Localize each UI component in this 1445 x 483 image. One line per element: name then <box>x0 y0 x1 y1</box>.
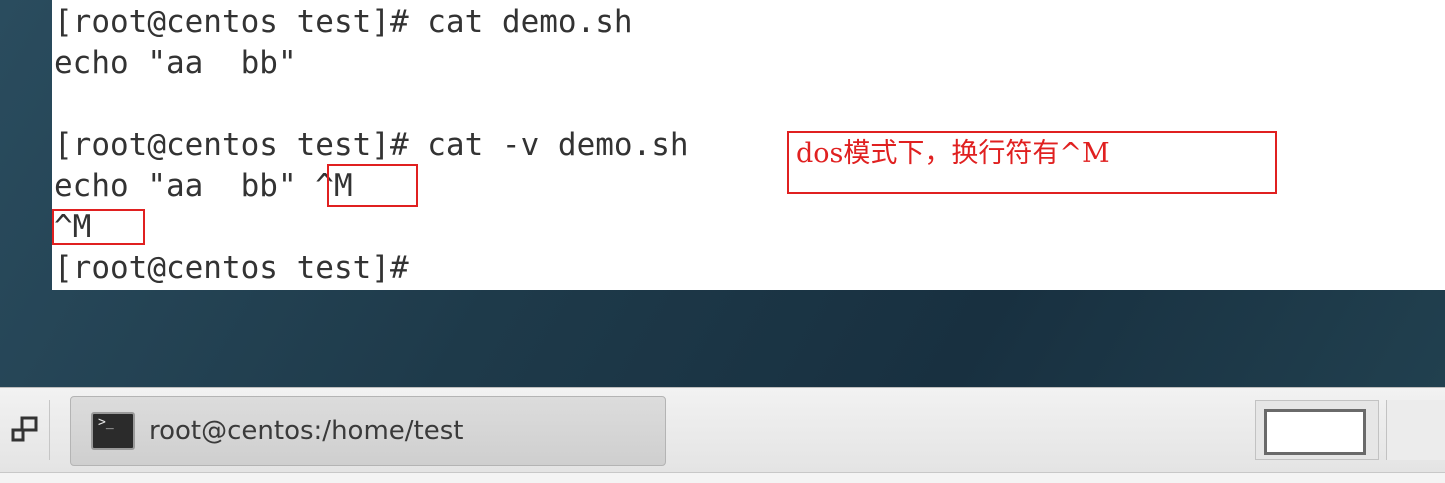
annotation-note: dos模式下，换行符有^M <box>787 131 1277 194</box>
taskbar-window-title: root@centos:/home/test <box>149 416 464 446</box>
window-switch-icon <box>11 416 37 442</box>
taskbar-bottom-edge <box>0 472 1445 483</box>
terminal-line-output-echo-ctrl-m: echo "aa bb" ^M <box>54 168 353 204</box>
highlight-box-ctrl-m-line <box>52 209 145 245</box>
terminal-line-prompt-cat: [root@centos test]# cat demo.sh <box>54 4 633 40</box>
highlight-box-ctrl-m-inline <box>327 164 418 207</box>
terminal-line-prompt: [root@centos test]# <box>54 250 409 286</box>
system-tray[interactable] <box>1386 400 1445 460</box>
workspace-switcher[interactable] <box>1255 400 1379 460</box>
workspace-1[interactable] <box>1264 409 1366 455</box>
show-desktop-button[interactable] <box>0 400 50 460</box>
terminal-line-prompt-cat-v: [root@centos test]# cat -v demo.sh <box>54 127 689 163</box>
terminal-icon: >_ <box>91 412 135 450</box>
terminal-line-output-echo: echo "aa bb" <box>54 45 297 81</box>
taskbar-window-terminal[interactable]: >_ root@centos:/home/test <box>70 396 666 466</box>
taskbar: >_ root@centos:/home/test <box>0 387 1445 472</box>
